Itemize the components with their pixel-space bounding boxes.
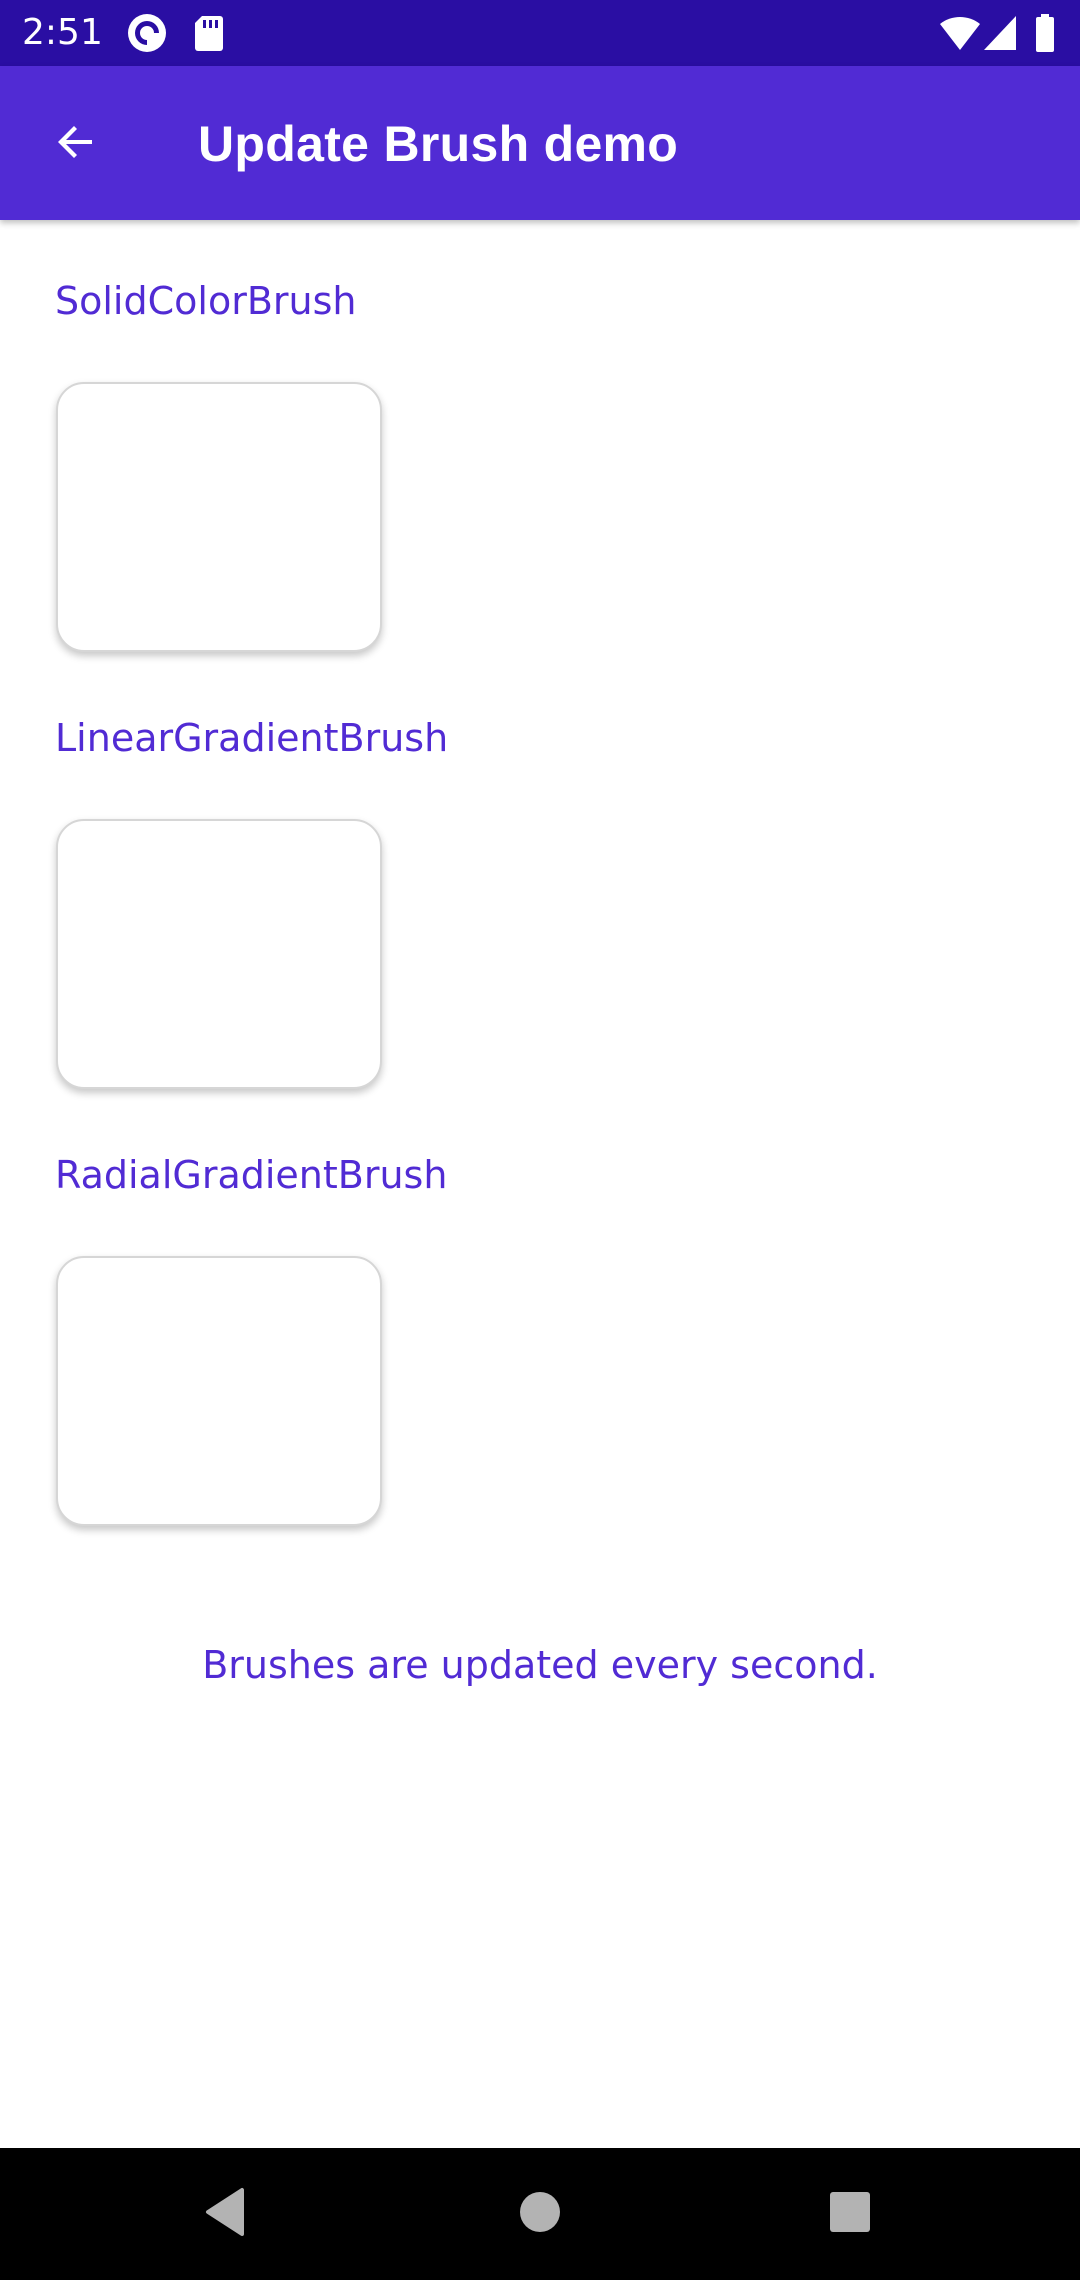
linear-gradient-brush-label: LinearGradientBrush bbox=[55, 716, 449, 760]
status-time: 2:51 bbox=[22, 12, 103, 53]
nav-back-button[interactable] bbox=[186, 2174, 266, 2254]
navigation-bar bbox=[0, 2148, 1080, 2280]
sd-card-icon bbox=[192, 12, 226, 54]
pocket-casts-icon bbox=[126, 12, 168, 54]
battery-icon bbox=[1034, 12, 1056, 54]
nav-home-button[interactable] bbox=[500, 2174, 580, 2254]
linear-gradient-brush-box bbox=[56, 819, 382, 1089]
back-triangle-icon bbox=[202, 2186, 250, 2242]
page-title: Update Brush demo bbox=[198, 116, 679, 172]
back-button[interactable] bbox=[38, 106, 114, 182]
home-circle-icon bbox=[518, 2190, 562, 2238]
nav-recents-button[interactable] bbox=[810, 2174, 890, 2254]
recents-square-icon bbox=[828, 2190, 872, 2238]
app-bar: Update Brush demo bbox=[0, 66, 1080, 220]
footer-note: Brushes are updated every second. bbox=[202, 1643, 878, 1687]
wifi-icon bbox=[938, 12, 982, 54]
arrow-back-icon bbox=[52, 118, 100, 170]
cell-signal-icon bbox=[982, 12, 1018, 54]
radial-gradient-brush-label: RadialGradientBrush bbox=[55, 1153, 448, 1197]
status-bar: 2:51 bbox=[0, 0, 1080, 66]
solid-color-brush-label: SolidColorBrush bbox=[55, 279, 357, 323]
radial-gradient-brush-box bbox=[56, 1256, 382, 1526]
solid-color-brush-box bbox=[56, 382, 382, 652]
